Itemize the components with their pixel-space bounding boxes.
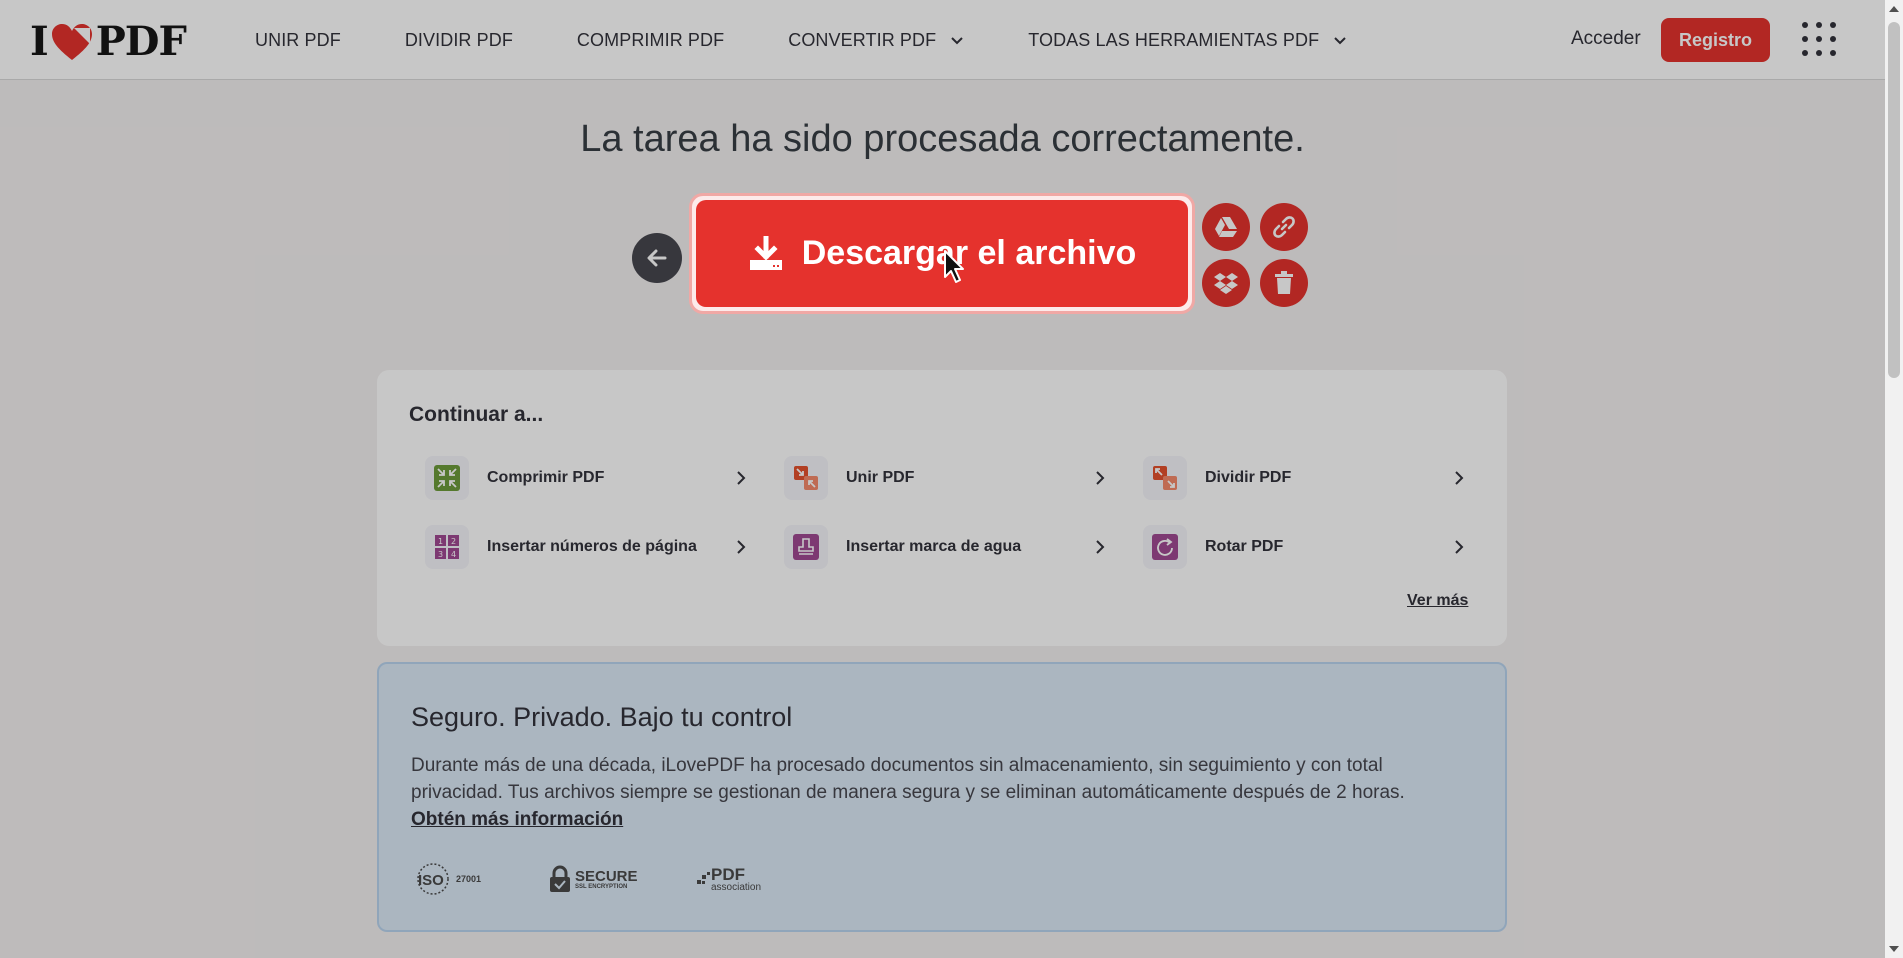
tool-marca-de-agua[interactable]: Insertar marca de agua [776,523,1106,571]
delete-button[interactable] [1260,259,1308,307]
chevron-right-icon [1096,471,1105,485]
logo-text-pdf: PDF [95,18,187,65]
iso-badge: ISO 27001 [413,862,481,896]
heart-icon [51,23,92,60]
google-drive-icon [1215,217,1237,237]
nav-label: CONVERTIR PDF [788,29,937,50]
chevron-down-icon [1334,37,1346,45]
watermark-icon [784,525,828,569]
security-text: Durante más de una década, iLovePDF ha p… [411,755,1405,803]
continue-panel: Continuar a... Comprimir PDF Unir PDF Di… [377,370,1507,646]
iso-number: 27001 [456,874,482,884]
nav-unir-pdf[interactable]: UNIR PDF [255,30,341,51]
association-text-label: association [711,881,762,893]
secure-text-label: SECURE [575,867,638,885]
login-link[interactable]: Acceder [1571,28,1641,50]
arrow-left-icon [647,249,667,267]
security-panel: Seguro. Privado. Bajo tu control Durante… [377,662,1507,932]
secure-ssl-badge: SECURE SSL ENCRYPTION [549,862,638,896]
pdf-association-icon [697,872,710,884]
learn-more-link[interactable]: Obtén más información [411,809,623,830]
pdf-text-label: PDF [711,864,745,884]
ssl-text-label: SSL ENCRYPTION [575,883,628,890]
dropbox-icon [1214,273,1238,294]
copy-link-button[interactable] [1260,203,1308,251]
register-button[interactable]: Registro [1661,18,1770,62]
padlock-icon [550,865,570,892]
continue-title: Continuar a... [409,403,544,426]
main-nav: UNIR PDF DIVIDIR PDF COMPRIMIR PDF CONVE… [255,0,1411,80]
chevron-right-icon [1455,471,1464,485]
top-navbar: I PDF UNIR PDF DIVIDIR PDF COMPRIMIR PDF… [0,0,1885,80]
pdf-association-badge: PDF association [697,862,761,896]
svg-text:1: 1 [438,537,443,546]
nav-label: UNIR PDF [255,29,341,50]
nav-dividir-pdf[interactable]: DIVIDIR PDF [405,30,513,51]
tool-insertar-numeros[interactable]: 12 34 Insertar números de página [417,523,747,571]
iso-laurel-icon: ISO [417,863,449,895]
google-drive-button[interactable] [1202,203,1250,251]
trash-icon [1275,271,1293,294]
security-description: Durante más de una década, iLovePDF ha p… [411,752,1471,833]
nav-label: TODAS LAS HERRAMIENTAS PDF [1028,29,1320,50]
nav-comprimir-pdf[interactable]: COMPRIMIR PDF [577,30,724,51]
nav-label: DIVIDIR PDF [404,29,513,50]
tool-label: Insertar números de página [487,538,697,555]
tool-comprimir-pdf[interactable]: Comprimir PDF [417,454,747,502]
tool-label: Rotar PDF [1205,538,1284,555]
tool-dividir-pdf[interactable]: Dividir PDF [1135,454,1465,502]
download-button-frame: Descargar el archivo [689,193,1195,314]
vertical-scrollbar[interactable] [1885,0,1903,958]
tool-label: Comprimir PDF [487,469,605,486]
svg-text:3: 3 [438,550,443,559]
compress-icon [425,456,469,500]
tool-rotar-pdf[interactable]: Rotar PDF [1135,523,1465,571]
ilovepdf-logo[interactable]: I PDF [30,18,187,65]
rotate-icon [1143,525,1187,569]
merge-icon [784,456,828,500]
apps-grid-icon[interactable] [1802,22,1836,56]
see-more-link[interactable]: Ver más [1407,592,1468,610]
chevron-right-icon [737,540,746,554]
nav-todas-herramientas[interactable]: TODAS LAS HERRAMIENTAS PDF [1028,30,1347,51]
scroll-up-arrow-icon[interactable] [1889,6,1899,12]
scroll-down-arrow-icon[interactable] [1889,946,1899,952]
download-label: Descargar el archivo [801,234,1137,272]
tool-label: Unir PDF [846,469,915,486]
tool-label: Dividir PDF [1205,469,1292,486]
mouse-cursor-icon [944,250,964,283]
page-numbers-icon: 12 34 [425,525,469,569]
chevron-right-icon [737,471,746,485]
chevron-right-icon [1455,540,1464,554]
link-icon [1273,216,1295,238]
tool-unir-pdf[interactable]: Unir PDF [776,454,1106,502]
logo-text-i: I [30,18,49,65]
chevron-right-icon [1096,540,1105,554]
chevron-down-icon [951,37,963,45]
split-icon [1143,456,1187,500]
back-button[interactable] [632,233,682,283]
security-title: Seguro. Privado. Bajo tu control [411,702,793,732]
nav-label: COMPRIMIR PDF [576,29,725,50]
page-title: La tarea ha sido procesada correctamente… [580,118,1305,160]
nav-convertir-pdf[interactable]: CONVERTIR PDF [788,30,964,51]
download-icon [749,235,782,270]
svg-text:4: 4 [451,550,456,559]
svg-text:2: 2 [451,537,456,546]
dropbox-button[interactable] [1202,259,1250,307]
scrollbar-thumb[interactable] [1888,22,1900,378]
download-button[interactable]: Descargar el archivo [696,200,1188,307]
iso-text: ISO [418,872,444,889]
tool-label: Insertar marca de agua [846,538,1022,555]
